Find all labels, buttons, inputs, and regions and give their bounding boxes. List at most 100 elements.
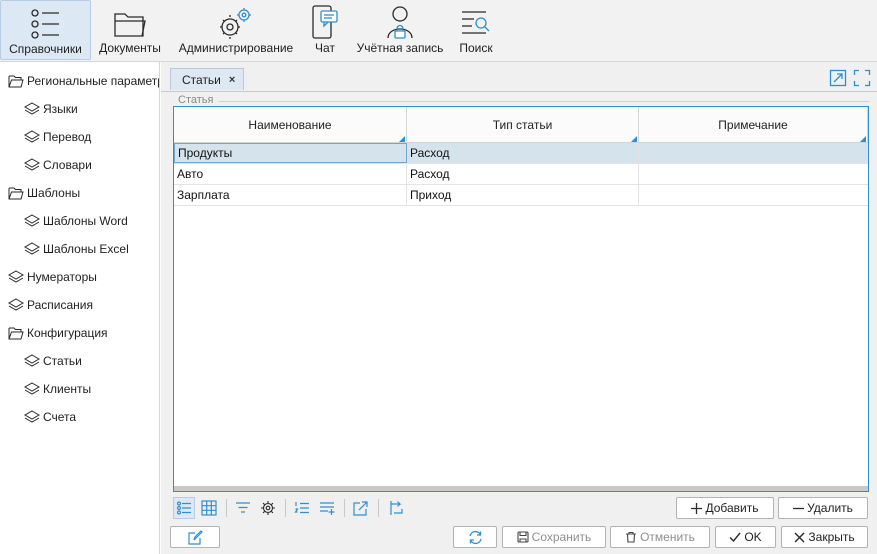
toolbar-documents-button[interactable]: Документы	[95, 0, 165, 60]
grid-header: Наименование Тип статьи Примечание	[174, 107, 868, 143]
edit-button[interactable]	[170, 526, 220, 548]
toolbar-label: Справочники	[9, 42, 82, 56]
cancel-button[interactable]: Отменить	[610, 526, 710, 548]
close-button[interactable]: Закрыть	[781, 526, 868, 548]
tree-item-templates[interactable]: Шаблоны	[8, 179, 80, 207]
save-button[interactable]: Сохранить	[502, 526, 606, 548]
toolbar-chat-button[interactable]: Чат	[305, 0, 345, 60]
toolbar-separator	[285, 499, 286, 517]
navigation-tree: Региональные параметры Языки Перевод Сло…	[0, 62, 160, 554]
chat-phone-icon	[310, 0, 340, 40]
column-menu-icon[interactable]	[399, 136, 405, 142]
fullscreen-icon[interactable]	[853, 69, 871, 87]
tree-item-label: Расписания	[27, 298, 93, 312]
tree-item-dictionaries[interactable]: Словари	[24, 151, 92, 179]
tree-item-label: Шаблоны Excel	[43, 242, 129, 256]
folder-open-icon	[8, 75, 24, 88]
toolbar-label: Учётная запись	[356, 41, 444, 55]
user-lock-icon	[385, 0, 415, 40]
tree-item-regional-settings[interactable]: Региональные параметры	[8, 67, 160, 95]
add-list-item-icon[interactable]	[316, 497, 338, 519]
table-cell[interactable]: Расход	[407, 164, 639, 184]
table-row[interactable]: Зарплата Приход	[174, 185, 868, 206]
articles-grid[interactable]: Наименование Тип статьи Примечание Проду…	[173, 106, 869, 492]
add-button[interactable]: Добавить	[676, 497, 774, 519]
tab-bar: Статьи ×	[161, 62, 877, 92]
tab-close-icon[interactable]: ×	[229, 74, 235, 86]
tree-item-translation[interactable]: Перевод	[24, 123, 91, 151]
tree-item-label: Шаблоны	[27, 186, 81, 200]
table-view-icon[interactable]	[198, 497, 220, 519]
tree-item-excel-templates[interactable]: Шаблоны Excel	[24, 235, 129, 263]
table-cell[interactable]: Расход	[407, 143, 639, 163]
minus-icon	[793, 503, 805, 514]
cancel-button-label: Отменить	[640, 530, 695, 544]
open-in-window-icon[interactable]	[829, 69, 847, 87]
transfer-icon[interactable]	[384, 497, 406, 519]
tree-item-label: Клиенты	[43, 382, 92, 396]
list-bullets-icon	[29, 1, 63, 41]
column-header-note[interactable]: Примечание	[639, 107, 868, 143]
tab-tools	[829, 69, 871, 87]
column-menu-icon[interactable]	[860, 136, 866, 142]
table-cell[interactable]	[639, 143, 868, 163]
layers-icon	[24, 242, 40, 255]
tree-item-label: Региональные параметры	[27, 74, 160, 88]
tree-item-languages[interactable]: Языки	[24, 95, 78, 123]
column-header-label: Тип статьи	[492, 118, 553, 132]
tree-item-label: Статьи	[43, 354, 82, 368]
ok-button[interactable]: OK	[715, 526, 776, 548]
tree-item-configuration[interactable]: Конфигурация	[8, 319, 108, 347]
delete-button[interactable]: Удалить	[778, 497, 868, 519]
tree-item-numerators[interactable]: Нумераторы	[8, 263, 97, 291]
save-button-label: Сохранить	[531, 530, 592, 544]
tree-item-label: Конфигурация	[27, 326, 108, 340]
tree-item-label: Нумераторы	[27, 270, 97, 284]
tab-label: Статьи	[182, 72, 221, 87]
table-row[interactable]: Продукты Расход	[174, 143, 868, 164]
layers-icon	[8, 298, 24, 311]
tree-item-label: Счета	[43, 410, 77, 424]
gears-icon	[218, 0, 254, 40]
export-icon[interactable]	[350, 497, 372, 519]
toolbar-references-button[interactable]: Справочники	[0, 0, 91, 60]
tree-item-label: Языки	[43, 102, 78, 116]
tree-item-word-templates[interactable]: Шаблоны Word	[24, 207, 128, 235]
horizontal-scrollbar[interactable]	[174, 486, 868, 491]
tab-articles[interactable]: Статьи ×	[170, 68, 244, 90]
tree-item-accounts[interactable]: Счета	[24, 403, 76, 431]
table-row[interactable]: Авто Расход	[174, 164, 868, 185]
folder-open-icon	[8, 187, 24, 200]
settings-gear-icon[interactable]	[257, 497, 279, 519]
toolbar-account-button[interactable]: Учётная запись	[353, 0, 447, 60]
tree-item-articles[interactable]: Статьи	[24, 347, 82, 375]
trash-icon	[625, 531, 637, 543]
refresh-icon	[468, 530, 483, 545]
save-icon	[517, 531, 529, 543]
refresh-button[interactable]	[453, 526, 497, 548]
numbered-list-icon[interactable]	[291, 497, 313, 519]
toolbar-administration-button[interactable]: Администрирование	[174, 0, 298, 60]
filter-icon[interactable]	[232, 497, 254, 519]
layers-icon	[24, 130, 40, 143]
list-view-icon[interactable]	[173, 497, 195, 519]
toolbar-search-button[interactable]: Поиск	[453, 0, 499, 60]
folder-open-icon	[8, 327, 24, 340]
table-cell[interactable]: Приход	[407, 185, 639, 205]
tree-item-clients[interactable]: Клиенты	[24, 375, 91, 403]
table-cell[interactable]	[639, 164, 868, 184]
column-menu-icon[interactable]	[631, 136, 637, 142]
tree-item-label: Шаблоны Word	[43, 214, 128, 228]
table-cell[interactable]	[639, 185, 868, 205]
table-cell[interactable]: Авто	[174, 164, 407, 184]
toolbar-separator	[378, 499, 379, 517]
tree-item-label: Словари	[43, 158, 92, 172]
folder-icon	[113, 0, 147, 40]
column-header-name[interactable]: Наименование	[174, 107, 407, 143]
column-header-type[interactable]: Тип статьи	[407, 107, 639, 143]
table-cell[interactable]: Зарплата	[174, 185, 407, 205]
tree-item-schedules[interactable]: Расписания	[8, 291, 93, 319]
toolbar-label: Поиск	[459, 41, 493, 55]
table-cell[interactable]: Продукты	[174, 143, 407, 163]
search-list-icon	[460, 0, 492, 40]
